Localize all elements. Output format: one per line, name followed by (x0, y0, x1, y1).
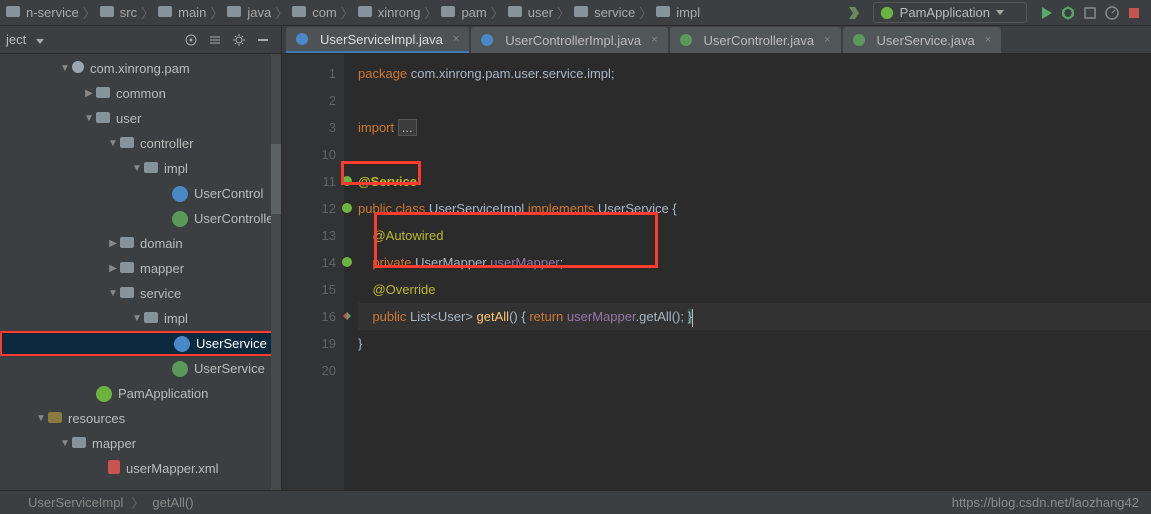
breadcrumb-item[interactable]: 〉xinrong (337, 3, 421, 22)
watermark: https://blog.csdn.net/laozhang42 (952, 495, 1139, 510)
scrollbar-thumb[interactable] (271, 144, 281, 214)
breadcrumb-item[interactable]: 〉src (79, 3, 137, 22)
tree-node[interactable]: userMapper.xml (0, 456, 281, 481)
run-icon[interactable] (1038, 5, 1054, 21)
code-editor[interactable]: package com.xinrong.pam.user.service.imp… (344, 54, 1151, 490)
editor-tab[interactable]: UserController.java× (670, 27, 841, 53)
breadcrumb: n-service〉src〉main〉java〉com〉xinrong〉pam〉… (6, 3, 843, 22)
breadcrumb-item[interactable]: 〉impl (635, 3, 700, 22)
editor-tab[interactable]: UserService.java× (843, 27, 1002, 53)
chevron-down-icon (996, 10, 1004, 15)
breadcrumb-item[interactable]: 〉main (137, 3, 206, 22)
tree-node[interactable]: ▼controller (0, 131, 281, 156)
tree-node[interactable]: ▼service (0, 281, 281, 306)
breadcrumb-item[interactable]: 〉com (271, 3, 337, 22)
target-icon[interactable] (183, 32, 199, 48)
tree-node[interactable]: ▶mapper (0, 256, 281, 281)
stop-icon[interactable] (1126, 5, 1142, 21)
collapse-icon[interactable] (207, 32, 223, 48)
close-icon[interactable]: × (651, 34, 657, 46)
profile-icon[interactable] (1104, 5, 1120, 21)
tree-node[interactable]: ▼impl (0, 306, 281, 331)
close-icon[interactable]: × (985, 34, 991, 46)
close-icon[interactable]: × (453, 33, 459, 45)
breadcrumb-item[interactable]: 〉pam (420, 3, 486, 22)
breadcrumb-item[interactable]: 〉user (487, 3, 553, 22)
run-config-label: PamApplication (900, 5, 990, 20)
tree-node[interactable]: ▼mapper (0, 431, 281, 456)
tree-node[interactable]: UserService (0, 356, 281, 381)
project-sidebar: ject ▼com.xinrong.pam▶common▼user▼contro… (0, 26, 282, 490)
tree-node[interactable]: PamApplication (0, 381, 281, 406)
tree-node[interactable]: UserService (0, 331, 281, 356)
hide-icon[interactable] (255, 32, 271, 48)
editor-tab[interactable]: UserServiceImpl.java× (286, 27, 469, 53)
run-config-selector[interactable]: PamApplication (873, 2, 1027, 23)
tree-node[interactable]: ▼impl (0, 156, 281, 181)
gutter[interactable]: 123101112131415161920 (282, 54, 344, 490)
project-tree: ▼com.xinrong.pam▶common▼user▼controller▼… (0, 54, 281, 490)
tree-node[interactable]: UserControl (0, 181, 281, 206)
coverage-icon[interactable] (1082, 5, 1098, 21)
breadcrumb-item[interactable]: n-service (6, 5, 79, 20)
build-icon[interactable] (846, 5, 862, 21)
editor-tabs: UserServiceImpl.java×UserControllerImpl.… (282, 26, 1151, 54)
editor-tab[interactable]: UserControllerImpl.java× (471, 27, 667, 53)
close-icon[interactable]: × (824, 34, 830, 46)
scrollbar-track[interactable] (271, 54, 281, 490)
tree-node[interactable]: ▶domain (0, 231, 281, 256)
tree-node[interactable]: ▼user (0, 106, 281, 131)
breadcrumb-item[interactable]: 〉service (553, 3, 635, 22)
debug-icon[interactable] (1060, 5, 1076, 21)
tree-node[interactable]: ▶common (0, 81, 281, 106)
project-view-label[interactable]: ject (6, 32, 179, 47)
tree-node[interactable]: ▼com.xinrong.pam (0, 56, 281, 81)
tree-node[interactable]: UserController (0, 206, 281, 231)
breadcrumb-item[interactable]: 〉java (206, 3, 271, 22)
gear-icon[interactable] (231, 32, 247, 48)
tree-node[interactable]: ▼resources (0, 406, 281, 431)
